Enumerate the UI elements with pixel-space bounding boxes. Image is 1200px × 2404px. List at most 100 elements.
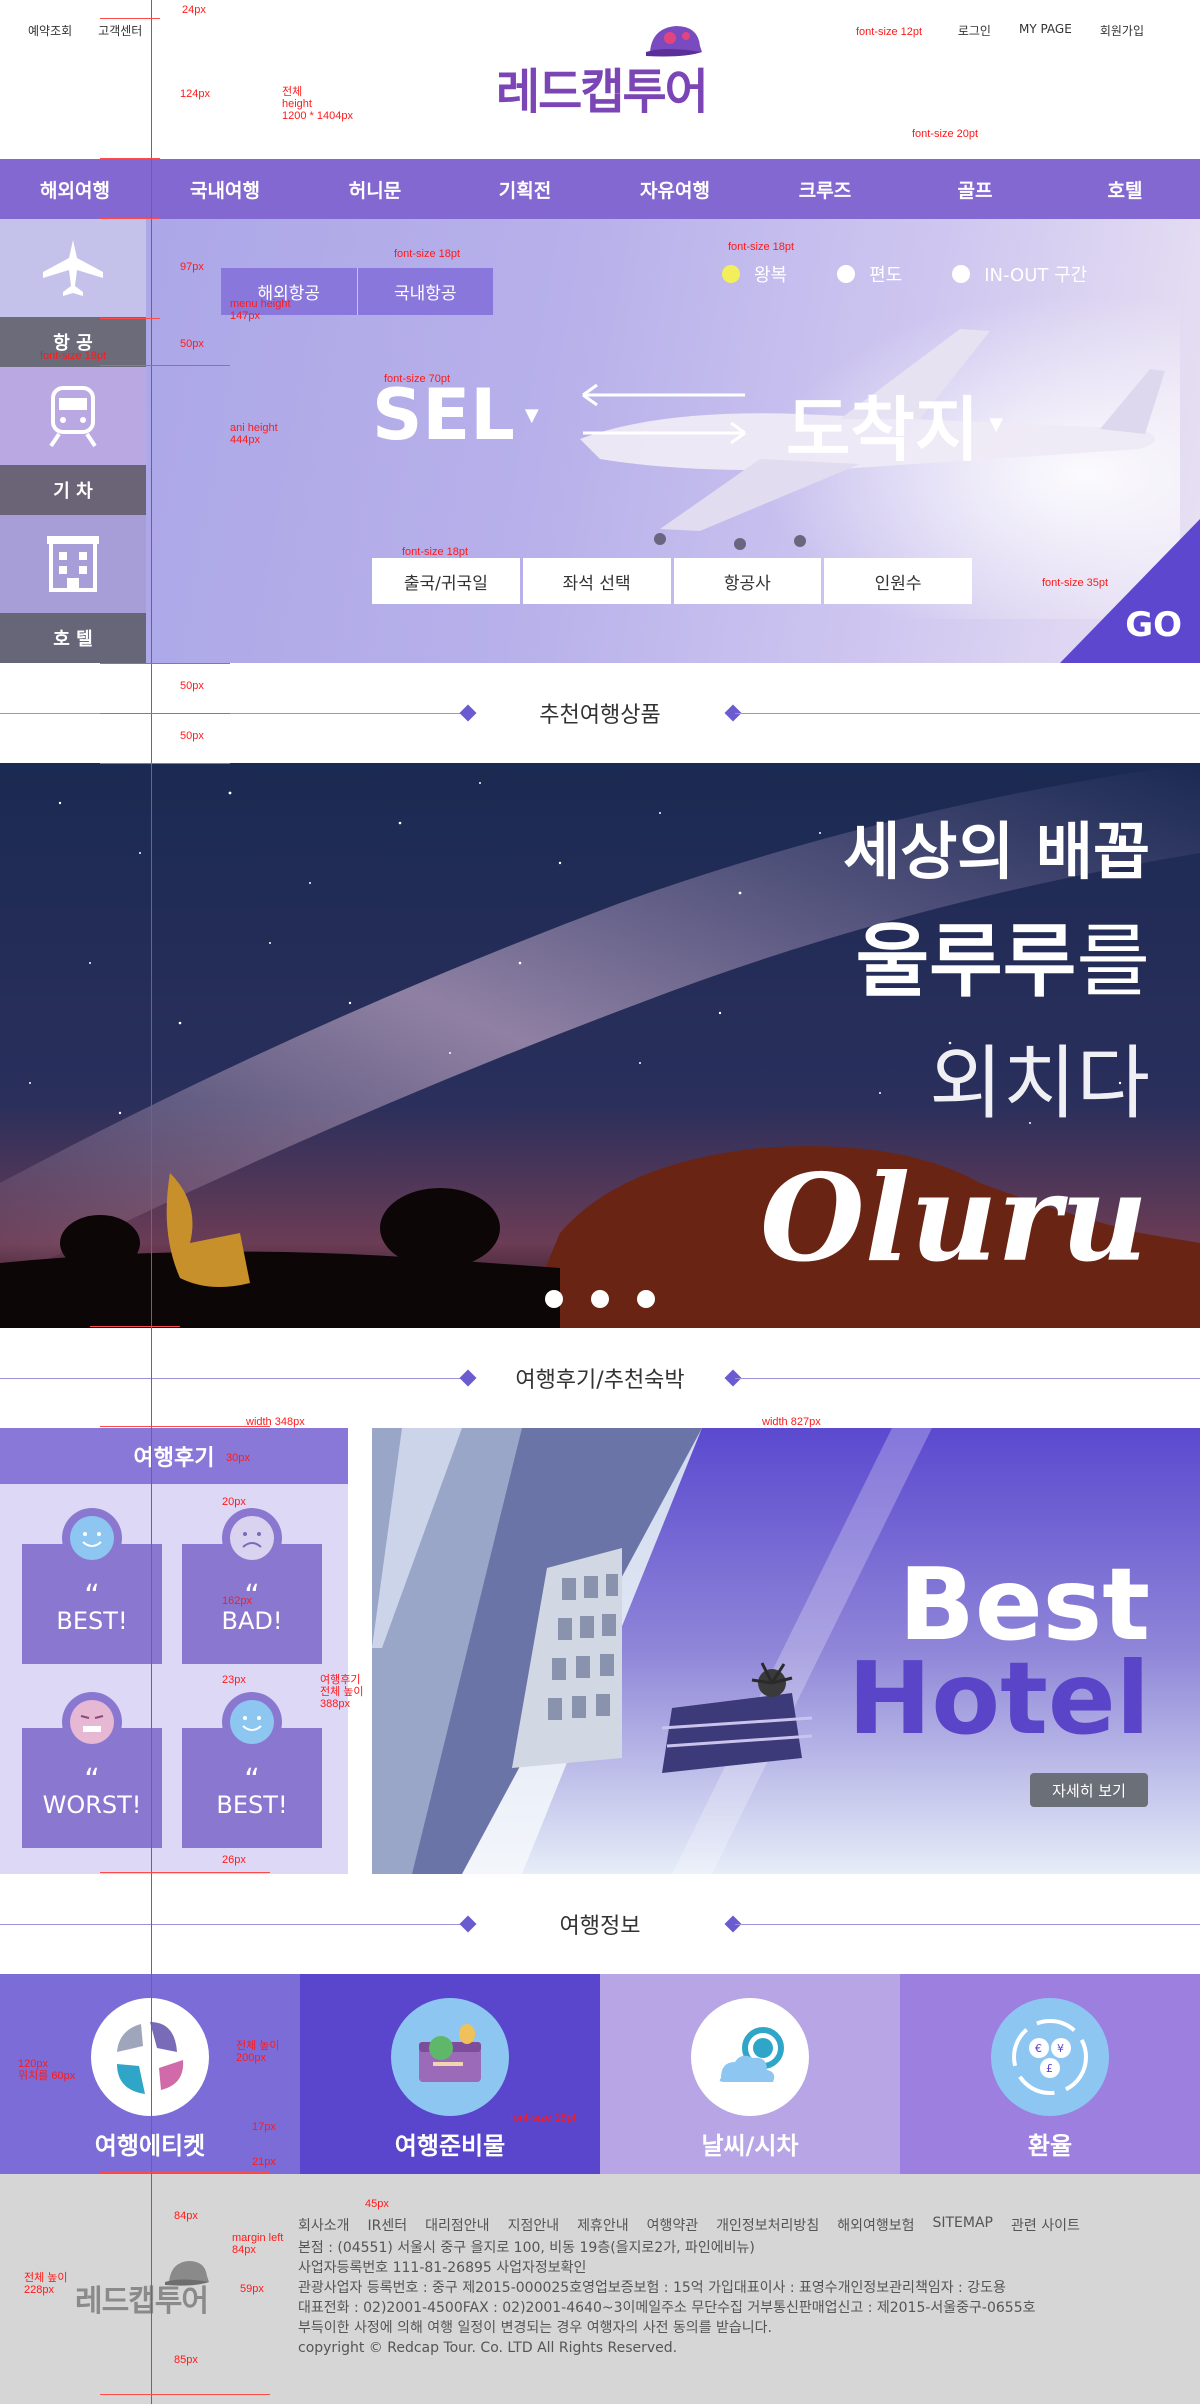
banner-dot-3[interactable]: [637, 1290, 655, 1308]
radio-inout[interactable]: IN-OUT 구간: [952, 261, 1087, 287]
banner-line2-bold: 울루루: [855, 915, 1077, 1008]
annotation-label: font-size 18pt: [402, 546, 469, 558]
footer-link[interactable]: SITEMAP: [932, 2215, 993, 2235]
info-weather[interactable]: 날씨/시차: [600, 1974, 900, 2174]
option-dates[interactable]: 출국/귀국일: [372, 558, 520, 604]
footer-links: 회사소개 IR센터 대리점안내 지점안내 제휴안내 여행약관 개인정보처리방침 …: [298, 2215, 1080, 2235]
nav-item-free-travel[interactable]: 자유여행: [602, 176, 748, 203]
annotation-label: width 827px: [762, 1416, 821, 1428]
login-link[interactable]: 로그인: [958, 22, 991, 39]
option-airline[interactable]: 항공사: [673, 558, 822, 604]
radio-label: 편도: [869, 265, 903, 286]
option-seat[interactable]: 좌석 선택: [522, 558, 671, 604]
hotel-detail-button[interactable]: 자세히 보기: [1030, 1773, 1148, 1807]
footer-link[interactable]: 지점안내: [508, 2215, 560, 2235]
info-label: 여행에티켓: [94, 2132, 206, 2160]
footer-link[interactable]: 여행약관: [647, 2215, 699, 2235]
nav-item-cruise[interactable]: 크루즈: [752, 176, 898, 203]
quote-icon: “: [84, 1579, 100, 1614]
banner-pagination: [545, 1290, 655, 1308]
smile-face-icon: [62, 1508, 122, 1568]
main-banner[interactable]: 세상의 배꼽 울루루를 외치다 Oluru: [0, 763, 1200, 1328]
footer-link[interactable]: 회사소개: [298, 2215, 350, 2235]
annotation-label: font-size 18pt: [40, 350, 107, 362]
section-title-text: 추천여행상품: [519, 697, 681, 729]
annotation-label: font-size 18pt: [510, 2112, 577, 2124]
footer-link[interactable]: 개인정보처리방침: [716, 2215, 819, 2235]
annotation-label: font-size 18pt: [728, 241, 795, 253]
review-card-label: WORST!: [42, 1791, 142, 1819]
review-card-label: BEST!: [216, 1791, 288, 1819]
annotation-tick: [100, 1872, 270, 1873]
annotation-label: font-size 35pt: [1042, 577, 1109, 589]
review-title: 여행후기: [0, 1428, 348, 1484]
airplane-icon: [0, 219, 146, 317]
logo-text: 레드캡투어: [496, 64, 709, 120]
footer-line: 관광사업자 등록번호 : 중구 제2015-000025호영업보증보험 : 15…: [298, 2280, 1006, 2296]
logo[interactable]: 레드캡투어: [492, 22, 712, 122]
nav-item-overseas[interactable]: 해외여행: [2, 176, 148, 203]
weather-icon: [691, 1998, 809, 2116]
info-supplies[interactable]: 여행준비물: [300, 1974, 600, 2174]
divider: [0, 1378, 470, 1379]
sad-face-icon: [222, 1508, 282, 1568]
nav-item-domestic[interactable]: 국내여행: [152, 176, 298, 203]
info-label: 환율: [1027, 2132, 1073, 2160]
customer-center-link[interactable]: 고객센터: [98, 22, 142, 39]
nav-item-hotel[interactable]: 호텔: [1052, 176, 1198, 203]
footer-link[interactable]: IR센터: [368, 2215, 408, 2235]
footer: 레드캡투어 회사소개 IR센터 대리점안내 지점안내 제휴안내 여행약관 개인정…: [0, 2174, 1200, 2404]
footer-line: 부득이한 사정에 의해 여행 일정이 변경되는 경우 여행자의 사전 동의를 받…: [298, 2320, 772, 2336]
side-item-train[interactable]: 기 차: [0, 367, 146, 515]
banner-dot-2[interactable]: [591, 1290, 609, 1308]
annotation-label: 17px: [252, 2121, 276, 2133]
annotation-label: 45px: [365, 2198, 389, 2210]
annotation-label: 24px: [182, 4, 206, 16]
annotation-label: font-size 18pt: [394, 248, 461, 260]
best-hotel-banner[interactable]: Best Hotel 자세히 보기: [372, 1428, 1200, 1874]
annotation-label: 30px: [226, 1452, 250, 1464]
info-label: 여행준비물: [394, 2132, 506, 2160]
radio-oneway[interactable]: 편도: [837, 261, 902, 287]
radio-roundtrip[interactable]: 왕복: [722, 261, 787, 287]
side-item-air[interactable]: 항 공: [0, 219, 146, 367]
section-title-review: 여행후기/추천숙박: [0, 1328, 1200, 1428]
origin-select[interactable]: SEL ▼: [372, 374, 539, 456]
main-nav: 해외여행 국내여행 허니문 기획전 자유여행 크루즈 골프 호텔: [0, 159, 1200, 219]
footer-link[interactable]: 대리점안내: [425, 2215, 489, 2235]
side-item-hotel[interactable]: 호 텔: [0, 515, 146, 663]
footer-logo[interactable]: 레드캡투어: [75, 2258, 225, 2319]
footer-link[interactable]: 해외여행보험: [837, 2215, 914, 2235]
annotation-label: 전체 높이 200px: [236, 2040, 280, 2064]
go-label: GO: [1125, 605, 1182, 645]
train-icon: [0, 367, 146, 465]
nav-item-golf[interactable]: 골프: [902, 176, 1048, 203]
booking-section: 항 공 기 차 호 텔 해외항공 국내항공 왕복 편도 IN-OUT 구간 SE…: [0, 219, 1200, 663]
reservation-check-link[interactable]: 예약조회: [28, 22, 72, 39]
nav-item-special[interactable]: 기획전: [452, 176, 598, 203]
review-panel: 여행후기 “ BEST! “ BAD! “ WORST! “ BEST!: [0, 1428, 348, 1874]
footer-link[interactable]: 제휴안내: [577, 2215, 629, 2235]
footer-link[interactable]: 관련 사이트: [1011, 2215, 1080, 2235]
destination-select[interactable]: 도착지 ▼: [786, 374, 1003, 475]
go-button[interactable]: GO: [1060, 519, 1200, 663]
annotation-tick: [100, 158, 160, 159]
worst-face-icon: [62, 1692, 122, 1752]
mypage-link[interactable]: MY PAGE: [1019, 22, 1072, 39]
option-passengers[interactable]: 인원수: [824, 558, 972, 604]
search-options: 출국/귀국일 좌석 선택 항공사 인원수: [372, 558, 972, 604]
banner-dot-1[interactable]: [545, 1290, 563, 1308]
radio-dot: [722, 265, 740, 283]
info-label: 날씨/시차: [701, 2132, 799, 2160]
tab-domestic-flight[interactable]: 국내항공: [358, 268, 494, 315]
nav-item-honeymoon[interactable]: 허니문: [302, 176, 448, 203]
info-exchange[interactable]: € ¥ £ 환율: [900, 1974, 1200, 2174]
annotation-label: menu height 147px: [230, 298, 291, 322]
travel-info: 여행에티켓 여행준비물 날씨/시차 € ¥ £ 환율: [0, 1974, 1200, 2174]
annotation-label: 162px: [222, 1595, 252, 1607]
etiquette-icon: [91, 1998, 209, 2116]
annotation-label: 23px: [222, 1674, 246, 1686]
banner-line1: 세상의 배꼽: [843, 815, 1150, 888]
signup-link[interactable]: 회원가입: [1100, 22, 1144, 39]
annotation-tick: [90, 1326, 180, 1327]
